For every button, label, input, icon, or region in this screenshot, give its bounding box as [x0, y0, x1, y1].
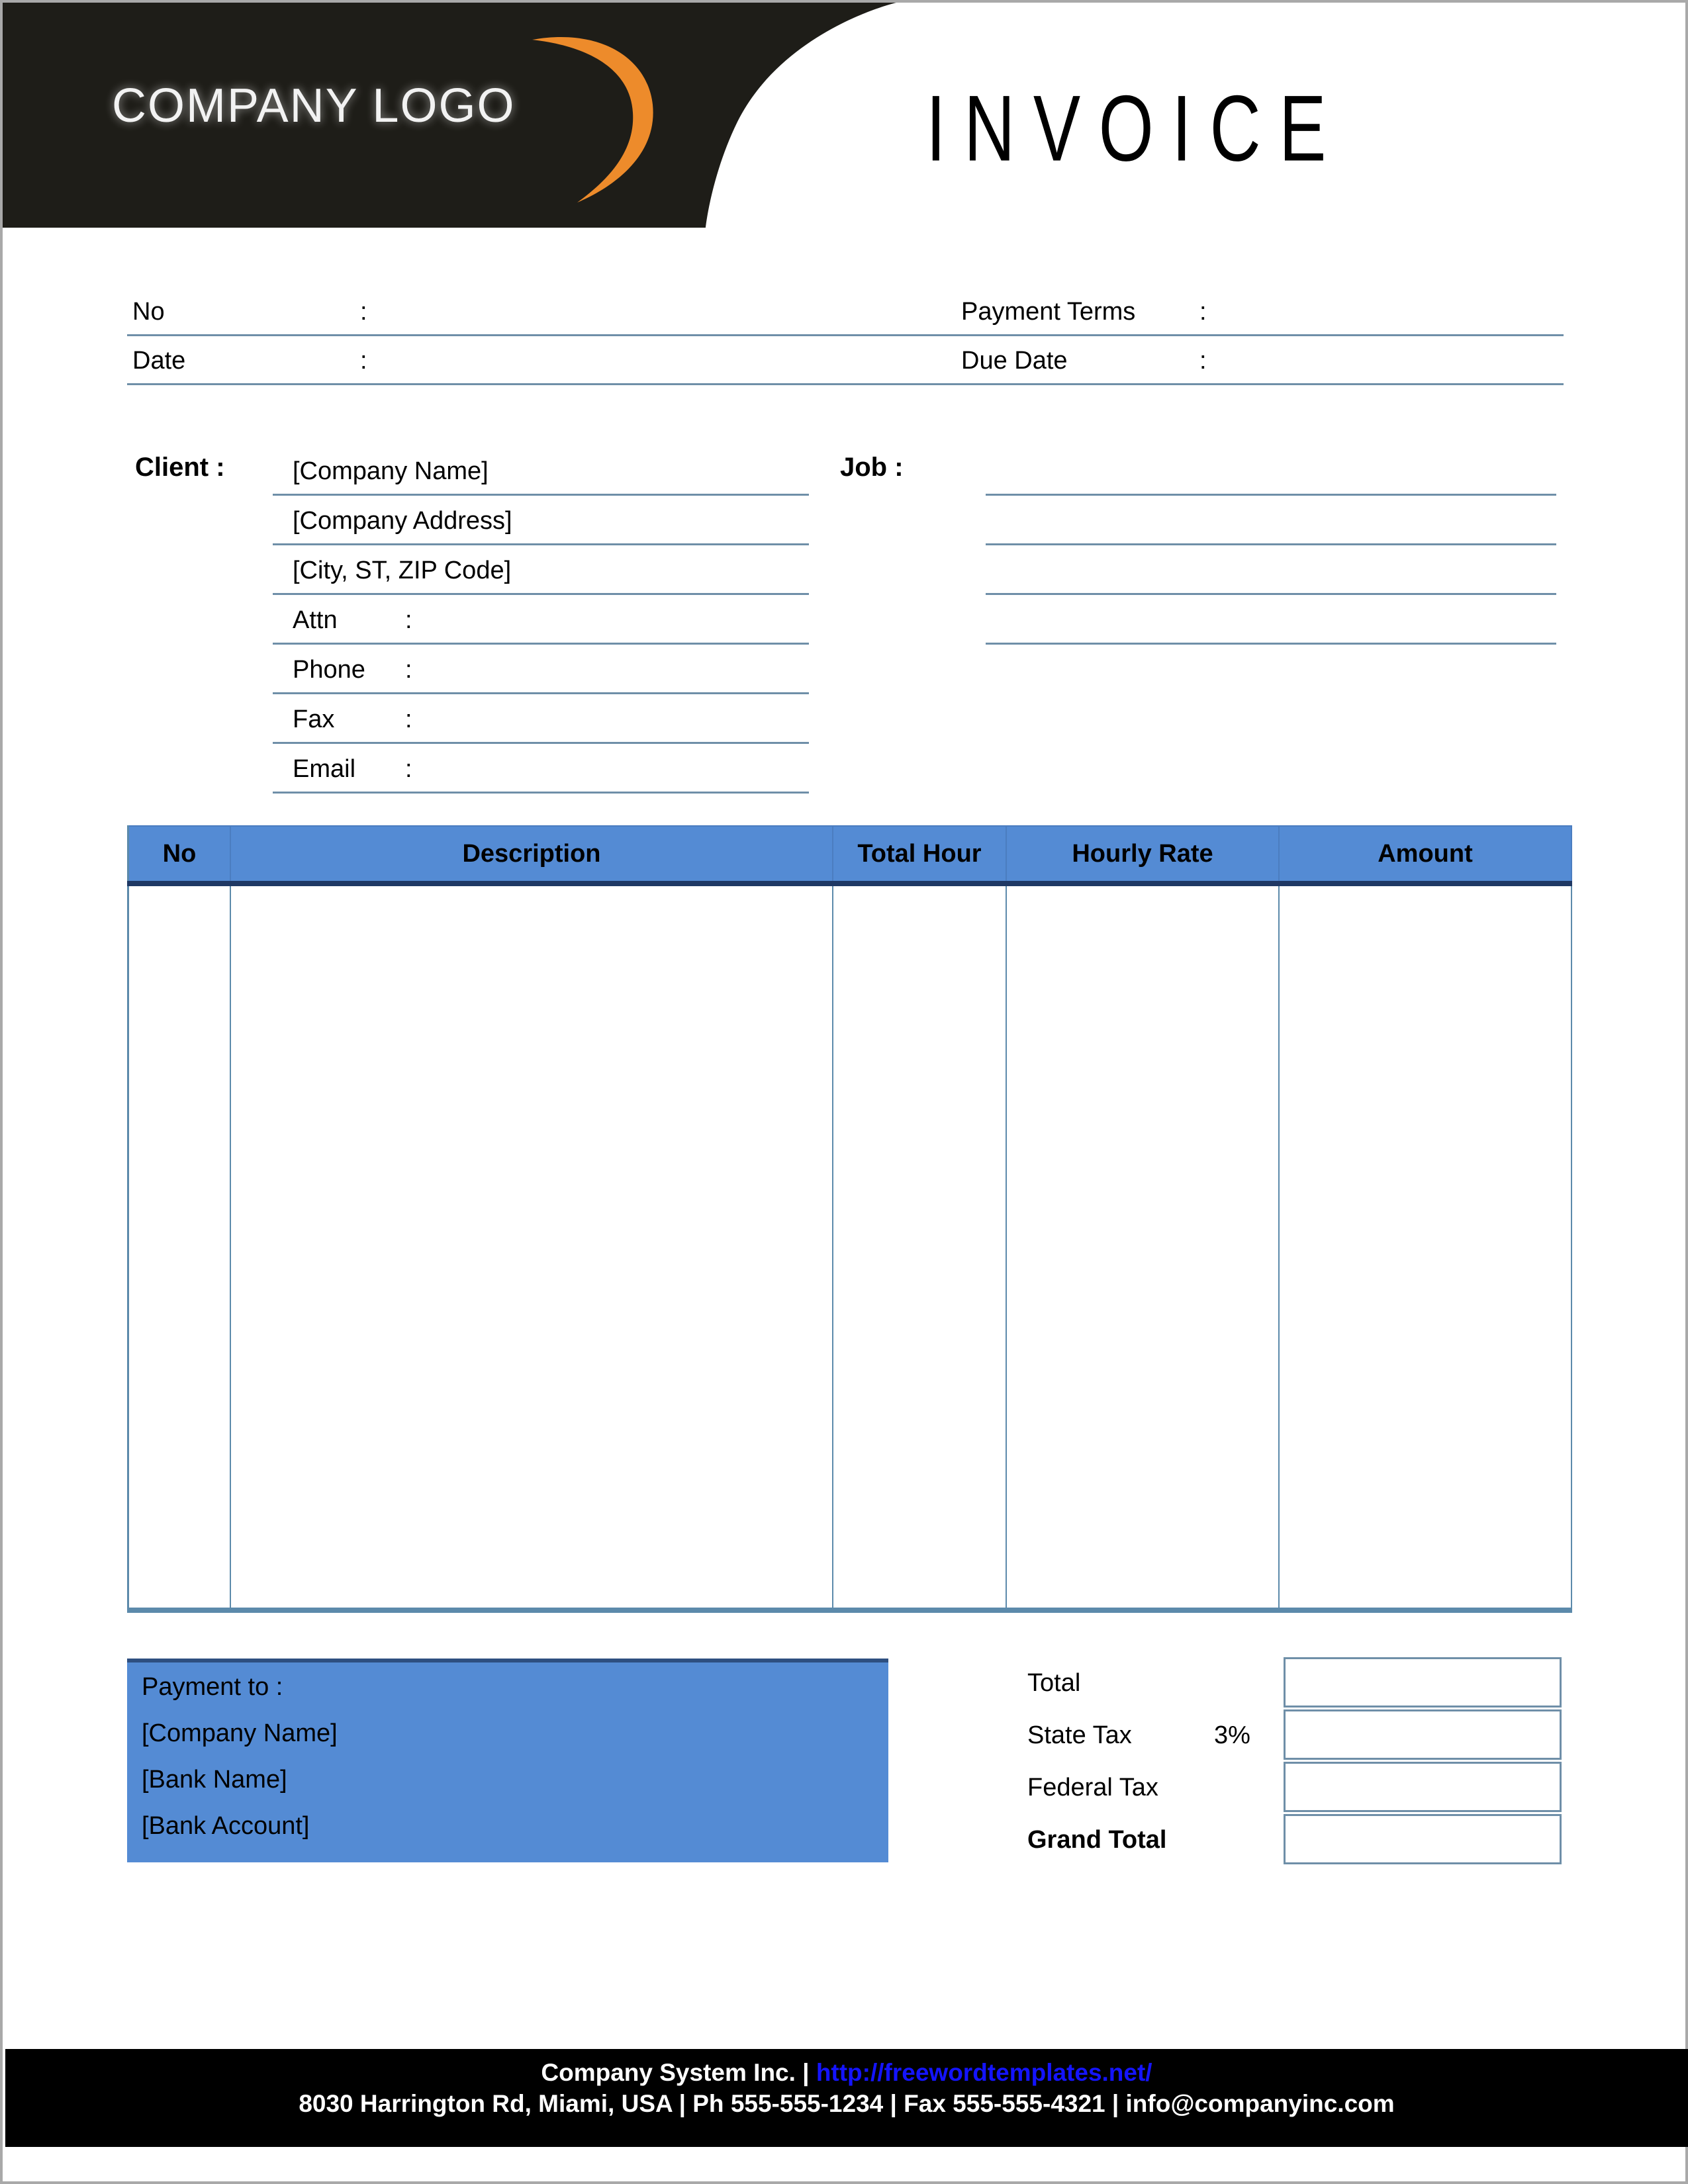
logo-swoosh-icon — [532, 36, 653, 203]
field-date-colon: : — [360, 347, 367, 375]
client-row-colon: : — [405, 755, 412, 783]
totals-value-federal-tax[interactable] — [1284, 1762, 1562, 1812]
cell-description[interactable] — [230, 884, 833, 1613]
totals-label-grand-total: Grand Total — [1027, 1826, 1167, 1854]
client-row-city-state-zip[interactable]: [City, ST, ZIP Code] — [273, 545, 809, 595]
cell-amount[interactable] — [1278, 884, 1572, 1613]
client-row-phone[interactable]: Phone : — [273, 645, 809, 694]
header-banner: COMPANY LOGO — [3, 3, 929, 228]
line-items-table: No Description Total Hour Hourly Rate Am… — [127, 825, 1572, 1613]
totals-row-total: Total — [1022, 1657, 1571, 1709]
client-row-label: Fax — [293, 705, 335, 733]
company-logo-text: COMPANY LOGO — [112, 79, 516, 132]
totals-value-state-tax[interactable] — [1284, 1709, 1562, 1760]
field-no[interactable]: No : — [127, 289, 829, 336]
client-row-label: Attn — [293, 606, 338, 634]
client-row-label: Phone — [293, 656, 365, 684]
totals-row-grand-total: Grand Total — [1022, 1814, 1571, 1866]
totals-value-total[interactable] — [1284, 1657, 1562, 1707]
payment-to-bank-account: [Bank Account] — [142, 1812, 310, 1840]
footer-line-2: 8030 Harrington Rd, Miami, USA | Ph 555-… — [299, 2090, 1395, 2118]
table-row[interactable] — [127, 884, 1572, 1613]
job-row-1[interactable] — [986, 446, 1556, 496]
client-row-fax[interactable]: Fax : — [273, 694, 809, 744]
field-date-label: Date — [132, 347, 186, 375]
totals-block: Total State Tax 3% Federal Tax Grand Tot… — [1022, 1657, 1571, 1869]
totals-row-state-tax: State Tax 3% — [1022, 1709, 1571, 1762]
page-footer: Company System Inc. | http://freewordtem… — [5, 2049, 1688, 2147]
client-row-attn[interactable]: Attn : — [273, 595, 809, 645]
client-row-label: [Company Name] — [293, 457, 489, 485]
cell-hourly-rate[interactable] — [1006, 884, 1280, 1613]
footer-company-name: Company System Inc. | — [541, 2059, 816, 2086]
job-row-3[interactable] — [986, 545, 1556, 595]
client-row-company-address[interactable]: [Company Address] — [273, 496, 809, 545]
invoice-page: COMPANY LOGO INVOICE No : Payment Terms … — [0, 0, 1688, 2184]
totals-value-grand-total[interactable] — [1284, 1814, 1562, 1864]
totals-label-federal-tax: Federal Tax — [1027, 1774, 1158, 1801]
field-payment-terms-label: Payment Terms — [961, 298, 1136, 326]
job-label: Job : — [840, 453, 904, 482]
column-header-no: No — [127, 825, 231, 886]
client-row-label: [Company Address] — [293, 507, 512, 535]
field-no-colon: : — [360, 298, 367, 326]
payment-to-bank-name: [Bank Name] — [142, 1766, 287, 1794]
payment-to-title: Payment to : — [142, 1673, 283, 1701]
column-header-description: Description — [230, 825, 833, 886]
client-label: Client : — [135, 453, 225, 482]
client-row-label: Email — [293, 755, 356, 783]
table-header-row: No Description Total Hour Hourly Rate Am… — [127, 825, 1572, 886]
totals-pct-state-tax: 3% — [1214, 1721, 1250, 1749]
client-row-colon: : — [405, 606, 412, 634]
client-row-email[interactable]: Email : — [273, 744, 809, 794]
field-date[interactable]: Date : — [127, 338, 829, 385]
field-due-date-colon: : — [1199, 347, 1207, 375]
totals-label-total: Total — [1027, 1669, 1081, 1697]
cell-no[interactable] — [127, 884, 231, 1613]
field-payment-terms[interactable]: Payment Terms : — [829, 289, 1564, 336]
totals-row-federal-tax: Federal Tax — [1022, 1762, 1571, 1814]
footer-website-link[interactable]: http://freewordtemplates.net/ — [816, 2059, 1152, 2086]
client-row-colon: : — [405, 705, 412, 733]
meta-row-2: Date : Due Date : — [127, 336, 1564, 385]
client-row-company-name[interactable]: [Company Name] — [273, 446, 809, 496]
totals-label-state-tax: State Tax — [1027, 1721, 1132, 1749]
meta-row-1: No : Payment Terms : — [127, 287, 1564, 336]
client-row-colon: : — [405, 656, 412, 684]
column-header-hourly-rate: Hourly Rate — [1006, 825, 1280, 886]
field-due-date[interactable]: Due Date : — [829, 338, 1564, 385]
cell-total-hour[interactable] — [832, 884, 1007, 1613]
page-title: INVOICE — [926, 75, 1345, 181]
field-due-date-label: Due Date — [961, 347, 1068, 375]
payment-to-block: Payment to : [Company Name] [Bank Name] … — [127, 1659, 888, 1862]
field-no-label: No — [132, 298, 165, 326]
column-header-total-hour: Total Hour — [832, 825, 1007, 886]
job-row-2[interactable] — [986, 496, 1556, 545]
job-row-4[interactable] — [986, 595, 1556, 645]
footer-line-1: Company System Inc. | http://freewordtem… — [5, 2057, 1688, 2088]
client-row-label: [City, ST, ZIP Code] — [293, 557, 512, 584]
field-payment-terms-colon: : — [1199, 298, 1207, 326]
payment-to-company-name: [Company Name] — [142, 1719, 338, 1747]
column-header-amount: Amount — [1278, 825, 1572, 886]
